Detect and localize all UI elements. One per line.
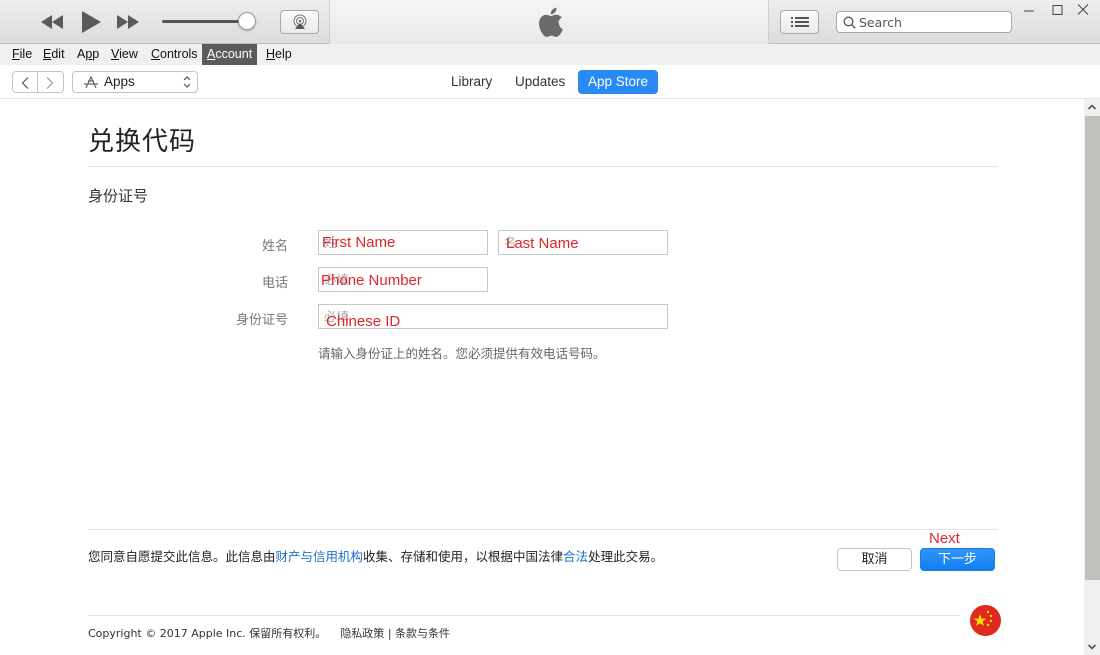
footer-divider bbox=[88, 615, 961, 616]
legal-link[interactable]: 合法 bbox=[563, 549, 588, 564]
menu-bar: File Edit App View Controls Account Help bbox=[0, 44, 1100, 65]
back-button[interactable] bbox=[12, 71, 38, 93]
consent-part-1: 您同意自愿提交此信息。此信息由 bbox=[88, 549, 276, 564]
menu-help[interactable]: Help bbox=[261, 44, 297, 65]
airplay-icon bbox=[293, 14, 307, 29]
forward-button[interactable] bbox=[38, 71, 64, 93]
list-icon bbox=[791, 17, 809, 27]
privacy-policy-link[interactable]: 隐私政策 bbox=[340, 627, 384, 640]
consent-divider bbox=[88, 529, 998, 530]
airplay-button[interactable] bbox=[280, 10, 319, 34]
close-icon[interactable] bbox=[1072, 2, 1094, 18]
rewind-icon[interactable] bbox=[40, 14, 64, 30]
footer: Copyright © 2017 Apple Inc. 保留所有权利。 隐私政策… bbox=[88, 625, 450, 641]
consent-part-2: 收集、存储和使用，以根据中国法律 bbox=[363, 549, 564, 564]
playback-controls bbox=[0, 0, 330, 44]
media-kind-select[interactable]: Apps bbox=[72, 71, 198, 93]
menu-help-label: elp bbox=[275, 47, 292, 61]
minimize-icon[interactable] bbox=[1018, 2, 1040, 18]
name-label: 姓名 bbox=[261, 239, 288, 254]
media-kind-label: Apps bbox=[104, 74, 135, 89]
menu-account[interactable]: Account bbox=[202, 44, 258, 65]
chevron-right-icon bbox=[46, 77, 54, 89]
phone-input[interactable] bbox=[319, 268, 487, 291]
vertical-scrollbar[interactable] bbox=[1084, 99, 1100, 655]
tab-updates[interactable]: Updates bbox=[505, 70, 575, 94]
volume-knob[interactable] bbox=[237, 12, 256, 30]
title-divider bbox=[88, 166, 998, 167]
chevron-left-icon bbox=[21, 77, 29, 89]
copyright-text: Copyright © 2017 Apple Inc. 保留所有权利。 bbox=[88, 627, 327, 640]
tab-app-store[interactable]: App Store bbox=[578, 70, 659, 94]
page-title: 兑换代码 bbox=[88, 127, 197, 157]
menu-edit-label: dit bbox=[51, 47, 65, 61]
china-flag-icon[interactable] bbox=[970, 605, 1001, 636]
maximize-icon[interactable] bbox=[1046, 2, 1068, 18]
id-label: 身份证号 bbox=[235, 313, 288, 328]
tab-library[interactable]: Library bbox=[441, 70, 502, 94]
scroll-down-icon[interactable] bbox=[1084, 639, 1100, 655]
menu-view[interactable]: View bbox=[106, 44, 143, 65]
form-hint: 请输入身份证上的姓名。您必须提供有效电话号码。 bbox=[318, 346, 606, 361]
first-name-input[interactable] bbox=[319, 231, 487, 254]
menu-help-accel: H bbox=[266, 47, 276, 61]
scrollbar-thumb[interactable] bbox=[1085, 116, 1100, 580]
menu-account-label: ccount bbox=[215, 47, 253, 61]
footer-separator: | bbox=[387, 627, 392, 640]
search-input[interactable] bbox=[859, 13, 1007, 31]
last-name-field[interactable] bbox=[498, 230, 668, 255]
up-next-button[interactable] bbox=[780, 10, 819, 34]
consent-part-3: 处理此交易。 bbox=[588, 549, 664, 564]
phone-field[interactable] bbox=[318, 267, 488, 292]
menu-controls-accel: C bbox=[151, 47, 161, 61]
credit-agency-link[interactable]: 财产与信用机构 bbox=[276, 549, 364, 564]
search-field[interactable] bbox=[836, 11, 1012, 33]
last-name-input[interactable] bbox=[499, 231, 667, 254]
flag-stars bbox=[973, 610, 993, 627]
annotation-next: Next bbox=[929, 530, 960, 547]
consent-text: 您同意自愿提交此信息。此信息由财产与信用机构收集、存储和使用，以根据中国法律合法… bbox=[88, 546, 663, 565]
apps-icon bbox=[84, 75, 98, 89]
next-button[interactable]: 下一步 bbox=[920, 548, 995, 571]
cancel-button[interactable]: 取消 bbox=[837, 548, 912, 571]
id-number-input[interactable] bbox=[319, 305, 667, 328]
first-name-field[interactable] bbox=[318, 230, 488, 255]
play-icon[interactable] bbox=[80, 10, 102, 34]
menu-edit[interactable]: Edit bbox=[38, 44, 70, 65]
menu-controls[interactable]: Controls bbox=[146, 44, 203, 65]
menu-app-label: p bbox=[92, 47, 100, 61]
section-title: 身份证号 bbox=[88, 187, 149, 205]
menu-file-accel: F bbox=[12, 47, 20, 61]
scroll-up-icon[interactable] bbox=[1084, 99, 1100, 115]
menu-file-label: ile bbox=[19, 47, 33, 61]
apple-logo-icon bbox=[539, 7, 563, 37]
phone-label: 电话 bbox=[261, 276, 288, 291]
player-toolbar bbox=[0, 0, 1100, 44]
menu-file[interactable]: File bbox=[7, 44, 37, 65]
menu-view-label: iew bbox=[119, 47, 138, 61]
search-icon bbox=[843, 16, 856, 29]
navigation-bar: Apps Library Updates App Store bbox=[0, 65, 1100, 99]
menu-app[interactable]: App bbox=[72, 44, 104, 65]
fast-forward-icon[interactable] bbox=[116, 14, 140, 30]
redeem-page: 兑换代码 身份证号 姓名 电话 身份证号 First Name Last Nam… bbox=[0, 99, 1084, 655]
id-number-field[interactable] bbox=[318, 304, 668, 329]
chevron-updown-icon bbox=[183, 76, 191, 88]
menu-controls-label: ontrols bbox=[160, 47, 198, 61]
terms-link[interactable]: 条款与条件 bbox=[395, 627, 450, 640]
menu-view-accel: V bbox=[111, 47, 120, 61]
